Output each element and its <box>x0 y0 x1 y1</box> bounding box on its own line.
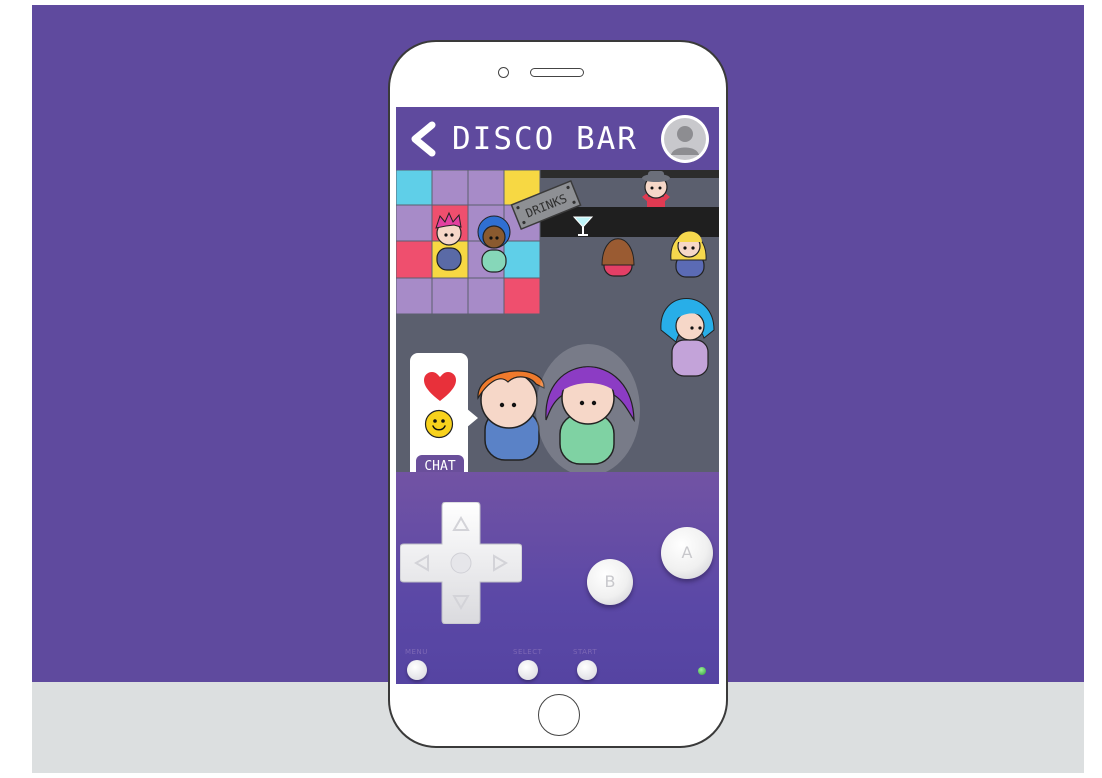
smiley-icon[interactable] <box>424 409 454 439</box>
profile-avatar[interactable] <box>661 115 709 163</box>
start-label: START <box>573 648 598 656</box>
home-button[interactable] <box>538 694 580 736</box>
b-button[interactable]: B <box>587 559 633 605</box>
select-button[interactable] <box>518 660 538 680</box>
power-led <box>698 667 706 675</box>
user-silhouette-icon <box>664 118 706 160</box>
selected-character-purple-hair <box>536 344 640 476</box>
menu-button[interactable] <box>407 660 427 680</box>
earpiece-speaker <box>530 68 584 77</box>
gamepad-controls: B A MENU SELECT START <box>396 472 719 684</box>
select-label: SELECT <box>513 648 543 656</box>
menu-label: MENU <box>405 648 428 656</box>
dancer-blue-hair <box>477 215 511 273</box>
dancer-pink-hair <box>435 211 462 271</box>
a-button[interactable]: A <box>661 527 713 579</box>
app-header: DISCO BAR <box>396 107 719 170</box>
emote-menu-pointer <box>466 408 478 428</box>
dance-floor <box>396 169 541 315</box>
front-camera <box>498 67 509 78</box>
game-scene: DRINKS CHAT <box>396 169 719 493</box>
page-title: DISCO BAR <box>452 121 638 157</box>
heart-icon[interactable] <box>423 370 457 404</box>
phone-screen: DISCO BAR DRINKS CHAT B A MENU SELECT ST… <box>396 107 719 684</box>
dpad-control[interactable] <box>400 502 522 624</box>
start-button[interactable] <box>577 660 597 680</box>
back-arrow-icon[interactable] <box>406 119 440 159</box>
